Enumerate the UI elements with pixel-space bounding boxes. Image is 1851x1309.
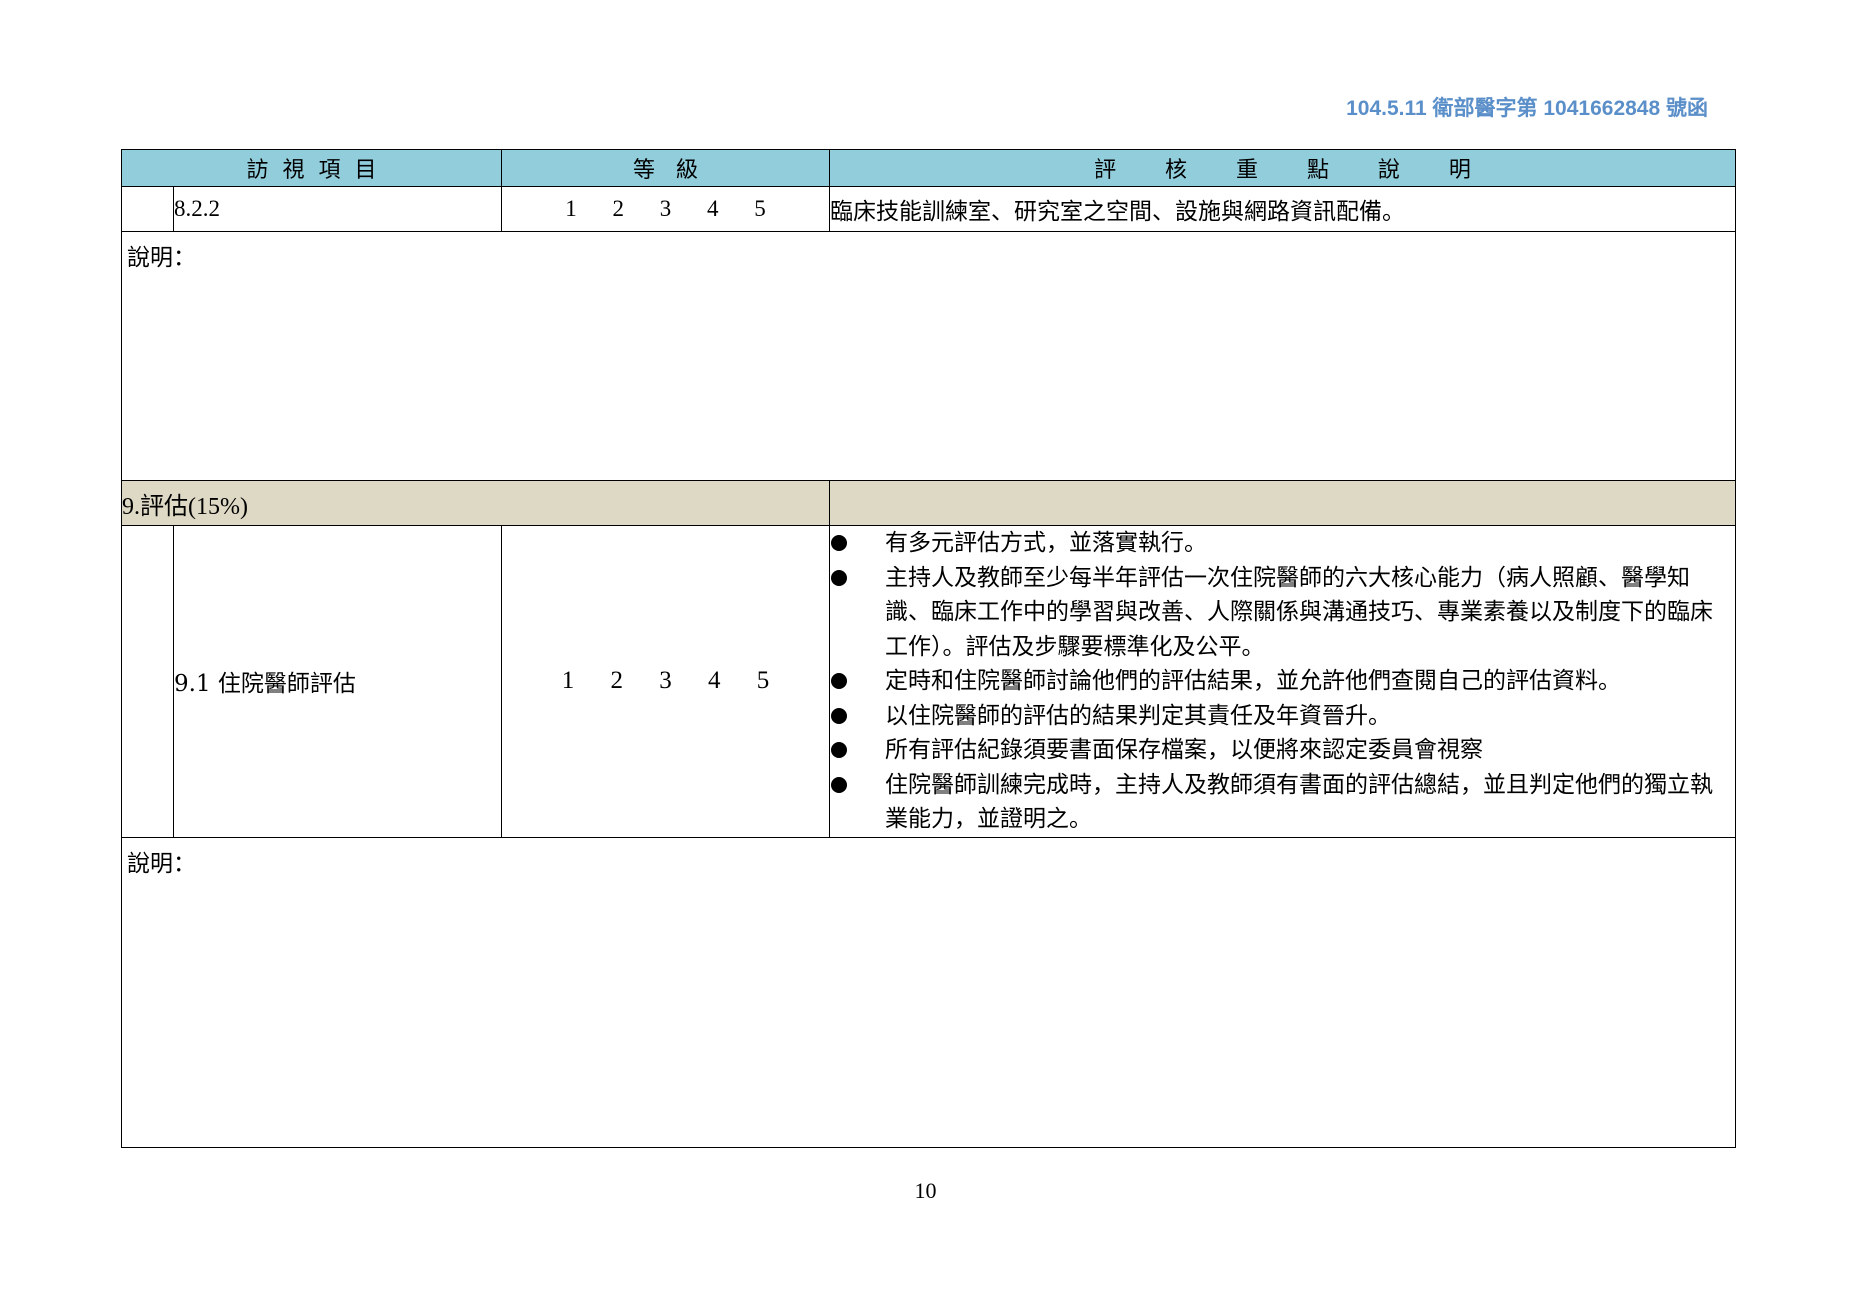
list-item: 定時和住院醫師討論他們的評估結果，並允許他們查閱自己的評估資料。 [830,664,1735,699]
section-title: 9.評估(15%) [121,480,830,526]
page-number: 10 [914,1178,937,1203]
bullet-icon [831,776,847,793]
evaluation-table: 訪 視 項 目 等 級 評 核 重 點 說 明 8.2.2 1 2 3 4 5 … [121,149,1736,1148]
table-header-row: 訪 視 項 目 等 級 評 核 重 點 說 明 [121,149,1736,187]
bullet-icon [831,673,847,689]
item-code: 9.1 住院醫師評估 [173,525,502,838]
section-row-9: 9.評估(15%) [121,480,1736,526]
bullet-icon [831,535,847,551]
bullet-list: 有多元評估方式，並落實執行。 主持人及教師至少每半年評估一次住院醫師的六大核心能… [829,525,1736,838]
table-row-9-1: 9.1 住院醫師評估 1 2 3 4 5 有多元評估方式，並落實執行。 主持人及… [121,525,1736,838]
table-row-8-2-2: 8.2.2 1 2 3 4 5 臨床技能訓練室、研究室之空間、設施與網路資訊配備… [121,186,1736,232]
grade-scale: 1 2 3 4 5 [501,186,830,232]
list-item: 主持人及教師至少每半年評估一次住院醫師的六大核心能力（病人照顧、醫學知識、臨床工… [830,561,1735,665]
row-indent-cell [121,525,174,838]
bullet-icon [831,569,847,586]
note-label: 說明： [127,245,196,271]
header-description: 評 核 重 點 說 明 [829,149,1736,187]
row-indent-cell [121,186,174,232]
note-cell: 說明： [121,231,1736,481]
bullet-icon [831,707,847,724]
note-row-1: 說明： [121,231,1736,481]
section-empty-cell [829,480,1736,526]
item-description: 臨床技能訓練室、研究室之空間、設施與網路資訊配備。 [829,186,1736,232]
list-item: 有多元評估方式，並落實執行。 [830,526,1735,561]
item-code: 8.2.2 [173,186,502,232]
note-row-2: 說明： [121,836,1736,1148]
grade-scale: 1 2 3 4 5 [501,525,830,838]
list-item: 所有評估紀錄須要書面保存檔案，以便將來認定委員會視察 [830,733,1735,768]
list-item: 住院醫師訓練完成時，主持人及教師須有書面的評估總結，並且判定他們的獨立執業能力，… [830,768,1735,837]
document-reference: 104.5.11 衛部醫字第 1041662848 號函 [1346,97,1708,120]
bullet-icon [831,742,847,758]
note-cell: 說明： [121,836,1736,1148]
header-item: 訪 視 項 目 [121,149,502,187]
header-grade: 等 級 [501,149,830,187]
note-label: 說明： [127,850,196,877]
list-item: 以住院醫師的評估的結果判定其責任及年資晉升。 [830,699,1735,734]
